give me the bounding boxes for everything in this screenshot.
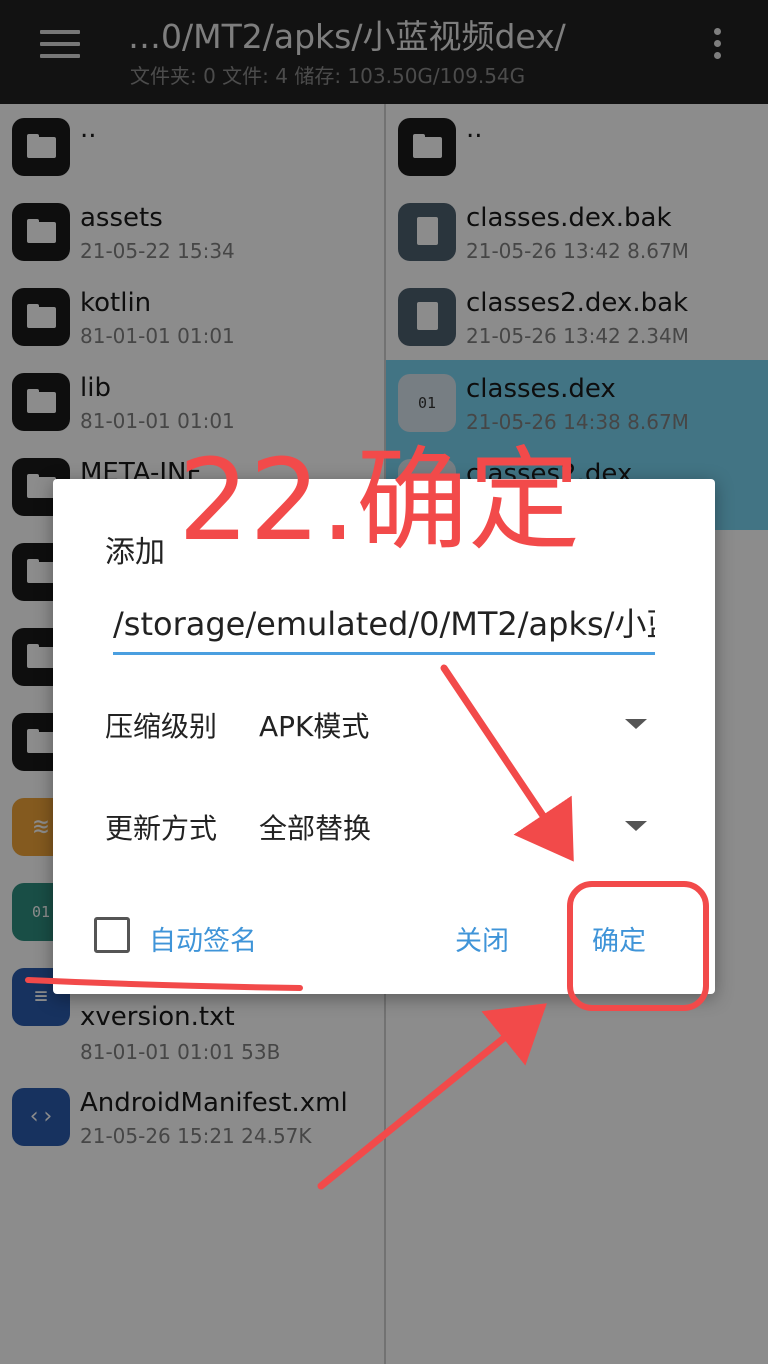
annotation-arrow (440, 664, 574, 862)
annotation-underline (25, 977, 303, 991)
annotation-highlight-box (567, 881, 709, 1011)
annotation-arrow (317, 1003, 547, 1190)
annotation-overlay (25, 664, 709, 1190)
annotation-step-label: 22.确定 (178, 436, 581, 566)
